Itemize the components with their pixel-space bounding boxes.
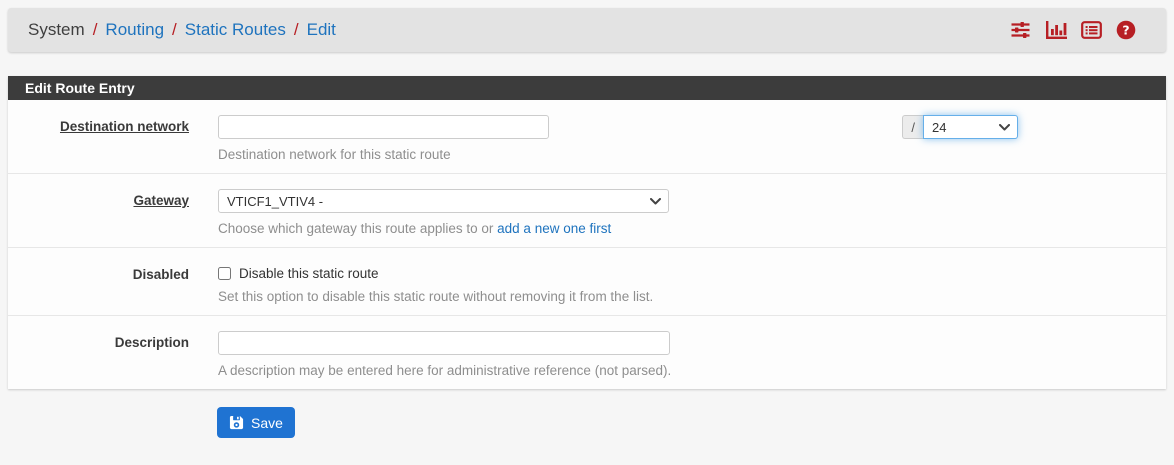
destination-network-input[interactable]: [218, 115, 549, 139]
bar-chart-icon[interactable]: [1045, 20, 1067, 40]
gateway-label: Gateway: [8, 189, 189, 236]
breadcrumb-item-edit[interactable]: Edit: [307, 20, 336, 40]
disable-route-checkbox[interactable]: [218, 267, 231, 280]
list-icon[interactable]: [1081, 20, 1102, 40]
disable-route-checkbox-label: Disable this static route: [239, 266, 379, 281]
disabled-row: Disabled Disable this static route Set t…: [8, 248, 1166, 316]
breadcrumb-item-system: System: [28, 20, 85, 40]
disabled-help: Set this option to disable this static r…: [218, 289, 1150, 304]
breadcrumb-item-routing[interactable]: Routing: [105, 20, 164, 40]
help-icon[interactable]: ?: [1116, 20, 1136, 40]
description-label: Description: [8, 331, 189, 378]
gateway-select[interactable]: VTICF1_VTIV4 -: [218, 189, 669, 213]
save-button-label: Save: [251, 415, 283, 431]
description-help: A description may be entered here for ad…: [218, 363, 1150, 378]
header-icon-group: ?: [1010, 20, 1136, 40]
gateway-row: Gateway VTICF1_VTIV4 - Choose which gate…: [8, 174, 1166, 248]
svg-text:?: ?: [1122, 22, 1129, 37]
breadcrumb-item-static-routes[interactable]: Static Routes: [185, 20, 286, 40]
breadcrumb: System / Routing / Static Routes / Edit: [8, 8, 1166, 52]
save-button[interactable]: Save: [217, 407, 295, 438]
panel-title: Edit Route Entry: [8, 76, 1166, 100]
subnet-mask-select[interactable]: 24: [923, 115, 1018, 139]
save-icon: [229, 415, 244, 430]
subnet-mask-group: / 24: [902, 115, 1018, 139]
destination-network-help: Destination network for this static rout…: [218, 147, 1150, 162]
gateway-help: Choose which gateway this route applies …: [218, 221, 1150, 236]
add-gateway-link[interactable]: add a new one first: [497, 221, 611, 236]
breadcrumb-separator: /: [172, 20, 177, 40]
gateway-help-text: Choose which gateway this route applies …: [218, 221, 497, 236]
breadcrumb-separator: /: [93, 20, 98, 40]
edit-route-entry-panel: Edit Route Entry Destination network / 2…: [8, 76, 1166, 389]
destination-network-label: Destination network: [8, 115, 189, 162]
destination-network-row: Destination network / 24 Destinatio: [8, 100, 1166, 174]
description-row: Description A description may be entered…: [8, 316, 1166, 389]
disabled-label: Disabled: [8, 263, 189, 304]
sliders-icon[interactable]: [1010, 20, 1031, 40]
breadcrumb-separator: /: [294, 20, 299, 40]
panel-body: Destination network / 24 Destinatio: [8, 100, 1166, 389]
description-input[interactable]: [218, 331, 670, 355]
subnet-mask-prefix: /: [902, 115, 923, 139]
